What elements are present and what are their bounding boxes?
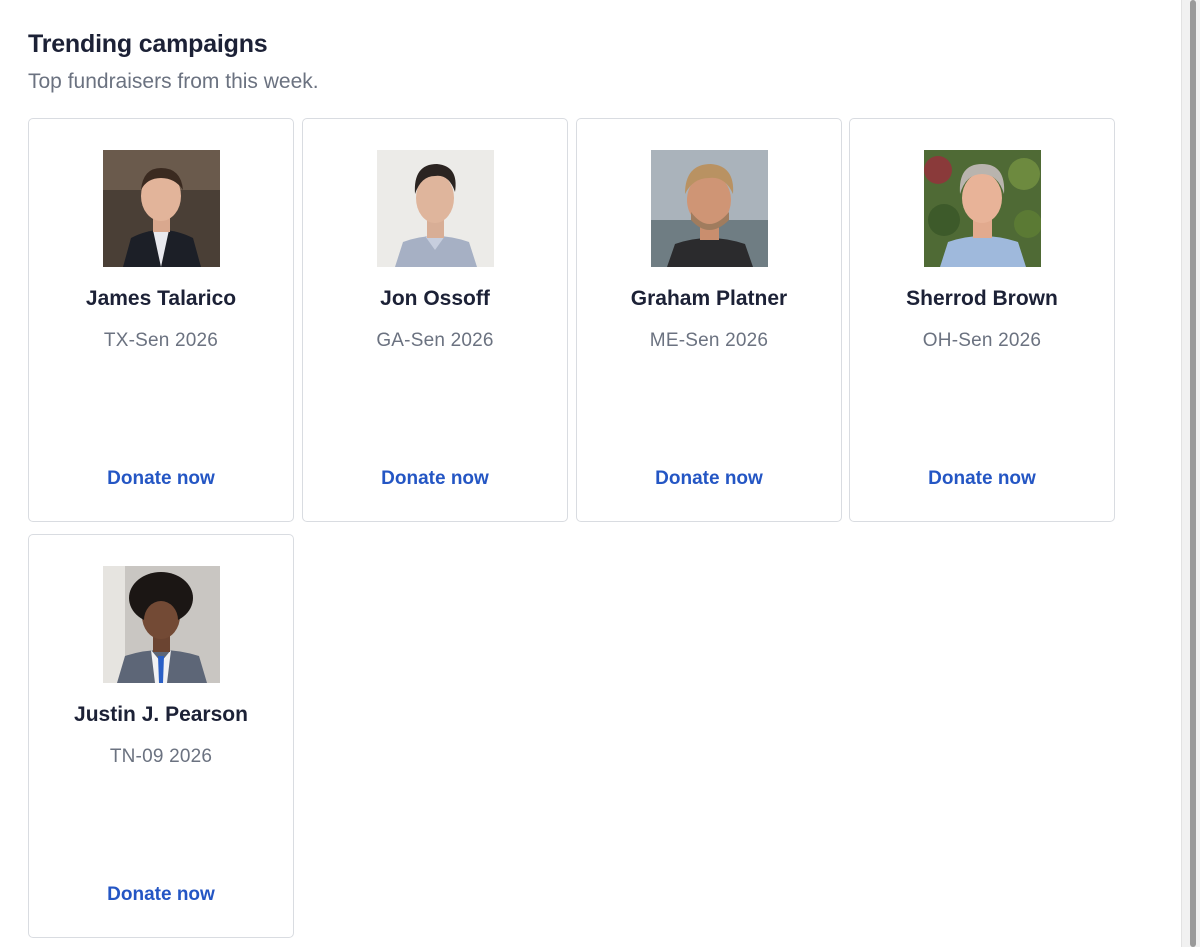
candidate-photo[interactable] [103,566,220,683]
candidate-race: ME-Sen 2026 [649,330,769,351]
candidate-name: Sherrod Brown [906,287,1058,310]
candidate-race: TN-09 2026 [109,746,213,767]
candidate-photo[interactable] [377,150,494,267]
candidate-race: GA-Sen 2026 [376,330,494,351]
scrollbar-thumb[interactable] [1190,0,1196,947]
donate-now-link[interactable]: Donate now [577,468,841,490]
campaign-card[interactable]: Sherrod Brown OH-Sen 2026 Donate now [849,118,1115,522]
section-title: Trending campaigns [28,30,268,58]
candidate-race: OH-Sen 2026 [922,330,1042,351]
campaign-card[interactable]: Jon Ossoff GA-Sen 2026 Donate now [302,118,568,522]
candidate-photo[interactable] [651,150,768,267]
campaign-card[interactable]: Justin J. Pearson TN-09 2026 Donate now [28,534,294,938]
donate-now-link[interactable]: Donate now [303,468,567,490]
page: Trending campaigns Top fundraisers from … [0,0,1200,947]
candidate-name: Jon Ossoff [380,287,490,310]
candidate-photo[interactable] [103,150,220,267]
donate-now-link[interactable]: Donate now [29,468,293,490]
section-subtitle: Top fundraisers from this week. [28,70,319,93]
donate-now-link[interactable]: Donate now [850,468,1114,490]
donate-now-link[interactable]: Donate now [29,884,293,906]
scrollbar-track[interactable] [1181,0,1200,947]
candidate-name: Graham Platner [630,287,788,310]
candidate-name: James Talarico [85,287,237,310]
campaign-card[interactable]: Graham Platner ME-Sen 2026 Donate now [576,118,842,522]
candidate-photo[interactable] [924,150,1041,267]
campaign-card[interactable]: James Talarico TX-Sen 2026 Donate now [28,118,294,522]
candidate-race: TX-Sen 2026 [103,330,219,351]
candidate-name: Justin J. Pearson [74,703,248,726]
